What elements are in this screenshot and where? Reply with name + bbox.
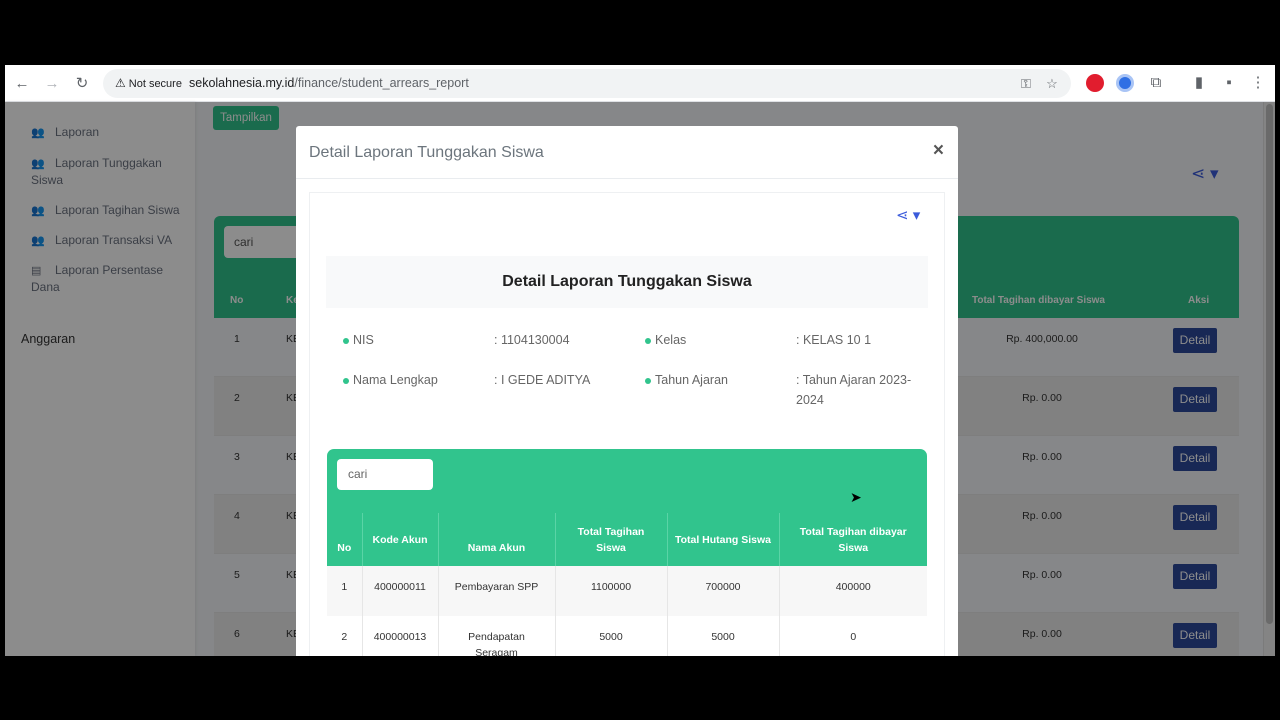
cell-total-hutang: 5000 xyxy=(667,616,780,656)
column-header-no[interactable]: No xyxy=(327,513,363,566)
cell-nama-akun: Pendapatan Seragam xyxy=(438,616,556,656)
report-title: Detail Laporan Tunggakan Siswa xyxy=(326,256,928,308)
bullet-icon xyxy=(645,337,651,344)
cell-total-dibayar: 0 xyxy=(779,616,927,656)
opera-extension-icon[interactable] xyxy=(1086,74,1104,92)
info-label-text: NIS xyxy=(353,333,374,347)
bullet-icon xyxy=(343,377,349,384)
browser-toolbar: ← → ↻ ⚠ Not secure sekolahnesia.my.id/fin… xyxy=(5,65,1275,102)
nis-label: NIS xyxy=(343,333,374,347)
close-icon[interactable]: × xyxy=(933,140,944,162)
security-label: Not secure xyxy=(128,78,182,90)
bullet-icon xyxy=(343,337,349,344)
url-path: /finance/student_arrears_report xyxy=(294,76,469,90)
back-icon[interactable]: ← xyxy=(11,73,33,95)
info-label-text: Tahun Ajaran xyxy=(655,373,728,387)
cell-kode-akun: 400000011 xyxy=(362,566,439,616)
info-label-text: Kelas xyxy=(655,333,687,347)
kelas-label: Kelas xyxy=(645,333,686,347)
tahun-label: Tahun Ajaran xyxy=(645,373,728,387)
column-header-total-hutang[interactable]: Total Hutang Siswa xyxy=(667,513,780,566)
nama-label: Nama Lengkap xyxy=(343,373,438,387)
column-header-total-tagihan[interactable]: Total Tagihan Siswa xyxy=(555,513,668,566)
browser-window: ← → ↻ ⚠ Not secure sekolahnesia.my.id/fin… xyxy=(5,65,1275,656)
extension-icon[interactable] xyxy=(1116,74,1134,92)
side-panel-icon[interactable]: ▮ xyxy=(1188,72,1210,94)
share-icon[interactable]: ⋖ ▾ xyxy=(896,206,920,224)
cell-no: 2 xyxy=(327,616,363,656)
arrears-table: No Kode Akun Nama Akun Total Tagihan Sis… xyxy=(327,513,927,656)
password-key-icon[interactable]: ⚿ xyxy=(1017,75,1035,93)
detail-modal: Detail Laporan Tunggakan Siswa × ⋖ ▾ Det… xyxy=(296,126,958,656)
address-bar[interactable]: ⚠ Not secure sekolahnesia.my.id/finance/s… xyxy=(103,69,1071,98)
reload-icon[interactable]: ↻ xyxy=(71,73,93,95)
search-input[interactable]: cari xyxy=(337,459,433,490)
nis-value: : 1104130004 xyxy=(494,333,570,347)
forward-icon[interactable]: → xyxy=(41,73,63,95)
cell-nama-akun: Pembayaran SPP xyxy=(438,566,556,616)
column-header-kode-akun[interactable]: Kode Akun xyxy=(362,513,439,566)
bookmark-star-icon[interactable]: ☆ xyxy=(1043,75,1061,93)
warning-icon: ⚠ xyxy=(115,76,126,90)
info-label-text: Nama Lengkap xyxy=(353,373,438,387)
kelas-value: : KELAS 10 1 xyxy=(796,333,872,347)
security-indicator[interactable]: ⚠ Not secure xyxy=(109,73,188,94)
report-card: ⋖ ▾ Detail Laporan Tunggakan Siswa NIS :… xyxy=(309,192,945,656)
cell-kode-akun: 400000013 xyxy=(362,616,439,656)
cell-total-hutang: 700000 xyxy=(667,566,780,616)
cell-total-tagihan: 5000 xyxy=(555,616,668,656)
url-text[interactable]: sekolahnesia.my.id/finance/student_arrea… xyxy=(189,69,469,98)
url-host: sekolahnesia.my.id xyxy=(189,76,295,90)
menu-kebab-icon[interactable]: ⋮ xyxy=(1247,72,1269,94)
column-header-nama-akun[interactable]: Nama Akun xyxy=(438,513,556,566)
tahun-value: : Tahun Ajaran 2023-2024 xyxy=(796,373,912,407)
mouse-cursor-icon: ➤ xyxy=(850,489,862,505)
screen-frame: ← → ↻ ⚠ Not secure sekolahnesia.my.id/fin… xyxy=(0,0,1280,720)
modal-header: Detail Laporan Tunggakan Siswa × xyxy=(296,126,958,179)
column-header-total-dibayar[interactable]: Total Tagihan dibayar Siswa xyxy=(779,513,927,566)
bullet-icon xyxy=(645,377,651,384)
cell-total-tagihan: 1100000 xyxy=(555,566,668,616)
extensions-puzzle-icon[interactable]: ⧉ xyxy=(1145,72,1167,94)
modal-title: Detail Laporan Tunggakan Siswa xyxy=(309,144,544,161)
cell-no: 1 xyxy=(327,566,363,616)
table-row: 1 400000011 Pembayaran SPP 1100000 70000… xyxy=(327,566,927,616)
table-row: 2 400000013 Pendapatan Seragam 5000 5000… xyxy=(327,616,927,656)
cell-total-dibayar: 400000 xyxy=(779,566,927,616)
nama-value: : I GEDE ADITYA xyxy=(494,373,591,387)
profile-icon[interactable]: ▪ xyxy=(1218,72,1240,94)
